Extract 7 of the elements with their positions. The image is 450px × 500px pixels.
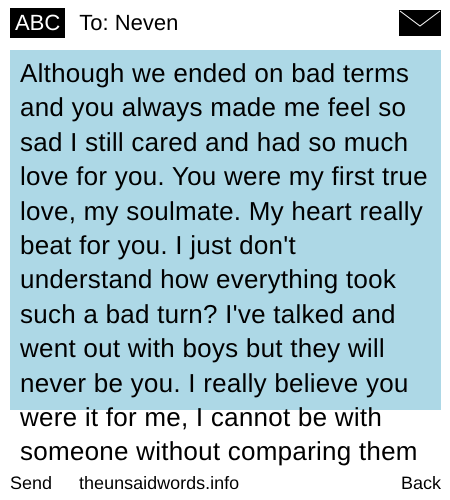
message-text: Although we ended on bad terms and you always made me feel so sad I still cared and had so much love for you. You were my first true love, my soulmate. My heart really beat for you. I just don't understand how everything took such a bad turn? I've talked and went out with boys but they will never be you. I really believe you were it for me, I cannot be with someone without comparing them [20,57,429,468]
envelope-icon [399,10,441,36]
recipient-label: To: Neven [79,10,180,36]
send-softkey[interactable]: Send [10,472,52,494]
website-label: theunsaidwords.info [79,472,240,494]
back-softkey[interactable]: Back [400,472,441,494]
input-mode-indicator: ABC [10,8,66,38]
